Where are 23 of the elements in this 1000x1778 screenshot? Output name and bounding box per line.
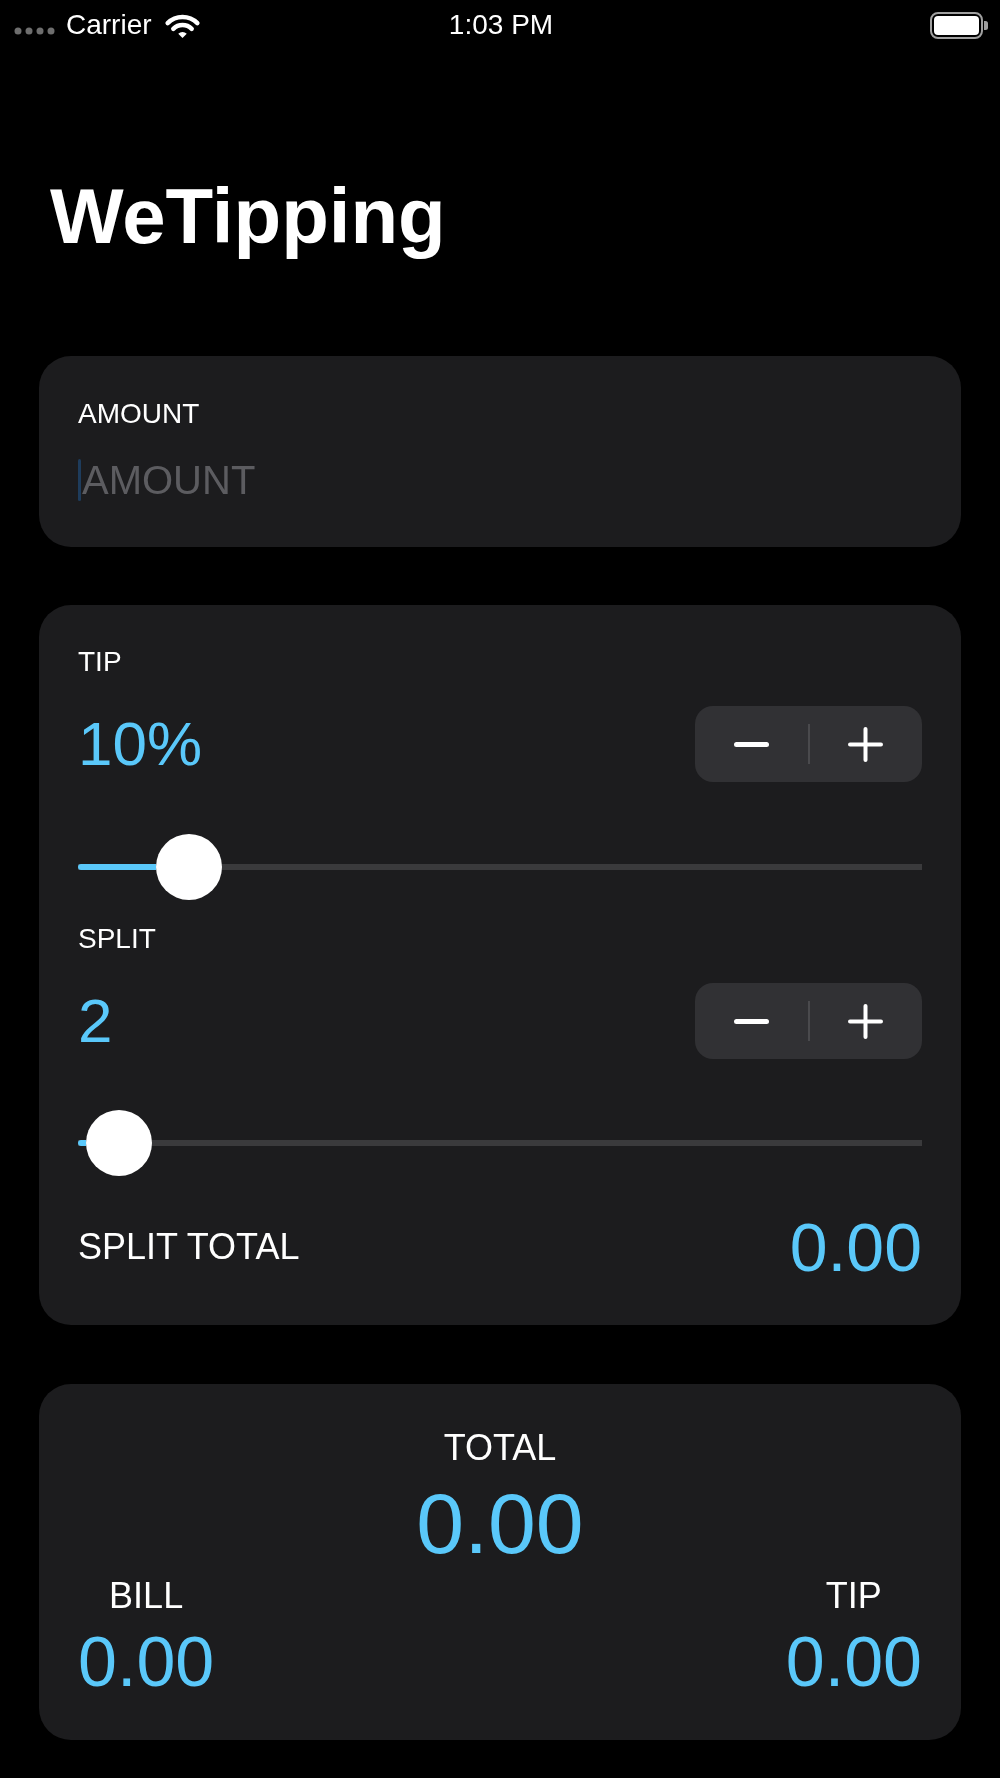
total-label: TOTAL <box>443 1426 557 1470</box>
tip-label: TIP <box>78 645 122 679</box>
amount-label: AMOUNT <box>78 397 200 431</box>
status-time: 1:03 PM <box>448 8 554 42</box>
signal-icon <box>14 27 56 35</box>
total-value: 0.00 <box>416 1475 584 1571</box>
tip-value: 10% <box>78 708 203 780</box>
battery-icon <box>930 11 988 39</box>
split-total-label: SPLIT TOTAL <box>78 1225 300 1269</box>
plus-icon <box>848 1003 884 1039</box>
minus-icon <box>733 1018 769 1024</box>
plus-icon <box>848 726 884 762</box>
minus-icon <box>733 741 769 747</box>
tip-value: 0.00 <box>785 1622 922 1702</box>
app-title: WeTipping <box>50 171 446 262</box>
carrier-name: Carrier <box>66 8 152 42</box>
tip-label: TIP <box>825 1574 882 1618</box>
split-total-value: 0.00 <box>789 1208 922 1287</box>
bill-value: 0.00 <box>78 1622 215 1702</box>
amount-input[interactable]: AMOUNT <box>81 455 922 505</box>
split-label: SPLIT <box>78 922 156 956</box>
bill-label: BILL <box>109 1574 184 1618</box>
split-value: 2 <box>78 985 113 1057</box>
